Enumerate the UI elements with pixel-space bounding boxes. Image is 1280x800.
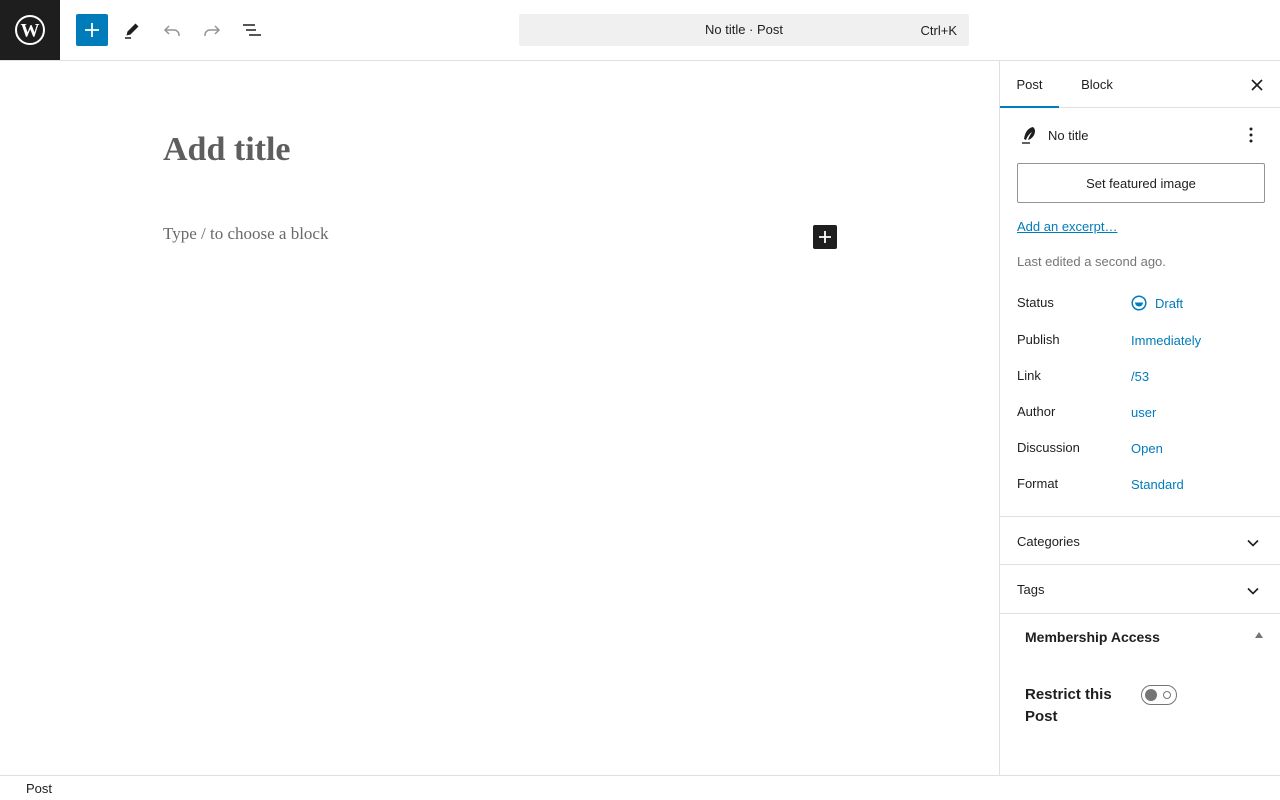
meta-row-publish: Publish Immediately [1017,332,1267,356]
categories-panel[interactable]: Categories [1000,516,1280,564]
format-value-button[interactable]: Standard [1131,477,1184,492]
meta-label: Author [1017,404,1056,419]
close-icon [1251,79,1263,91]
membership-access-panel: Membership Access Restrict this Post [1000,613,1280,775]
wordpress-logo-icon: W [15,15,45,45]
status-value-button[interactable]: Draft [1155,296,1183,311]
post-actions-menu-button[interactable] [1239,123,1263,147]
discussion-value-button[interactable]: Open [1131,441,1163,456]
plus-icon [85,23,99,37]
command-palette-bar[interactable]: No title · Post Ctrl+K [519,14,969,46]
restrict-post-toggle[interactable] [1141,685,1177,705]
meta-label: Format [1017,476,1059,491]
post-summary-title: No title [1048,128,1089,143]
post-title-input[interactable]: Add title [163,131,291,169]
feather-icon [1022,127,1035,144]
meta-label: Publish [1017,332,1060,347]
restrict-post-label: Restrict this Post [1025,686,1112,725]
meta-label: Status [1017,295,1054,310]
editor-footer: Post [0,775,1280,800]
set-featured-image-button[interactable]: Set featured image [1017,163,1265,203]
caret-up-icon[interactable] [1255,632,1263,638]
meta-row-status: Status Draft [1017,295,1267,319]
redo-button[interactable] [196,14,228,46]
undo-icon [163,25,180,36]
more-vertical-icon [1249,127,1253,143]
meta-row-author: Author user [1017,404,1267,428]
block-inserter-button[interactable] [76,14,108,46]
panel-title: Categories [1017,534,1080,549]
svg-text:W: W [21,21,40,42]
post-summary: No title [1017,123,1267,147]
chevron-down-icon [1247,587,1259,595]
tab-post[interactable]: Post [1000,61,1059,108]
plus-icon [819,231,831,243]
add-excerpt-link[interactable]: Add an excerpt… [1017,219,1117,234]
categories-toggle[interactable] [1241,531,1265,555]
meta-label: Discussion [1017,440,1080,455]
inline-block-inserter-button[interactable] [813,225,837,249]
undo-button[interactable] [156,14,188,46]
redo-icon [204,25,221,36]
editor-canvas: Add title Type / to choose a block [0,61,999,775]
publish-value-button[interactable]: Immediately [1131,333,1201,348]
list-view-icon [243,24,261,36]
tags-panel[interactable]: Tags [1000,564,1280,612]
document-title: No title · Post [704,22,784,37]
meta-row-link: Link /53 [1017,368,1267,392]
document-overview-button[interactable] [236,14,268,46]
last-edited-text: Last edited a second ago. [1017,254,1166,269]
toggle-knob [1145,689,1157,701]
keyboard-shortcut: Ctrl+K [920,23,957,38]
editor-header: W No title · Post Ctrl+K [0,0,1280,61]
pencil-icon [125,23,139,39]
link-value-button[interactable]: /53 [1131,369,1149,384]
tab-block[interactable]: Block [1059,61,1135,108]
settings-sidebar: Post Block No title Set featured image A… [999,61,1280,775]
sidebar-tabs: Post Block [1000,61,1280,108]
membership-access-title[interactable]: Membership Access [1025,629,1160,645]
chevron-down-icon [1247,539,1259,547]
toggle-off-indicator [1163,691,1171,699]
tools-button[interactable] [116,14,148,46]
meta-label: Link [1017,368,1041,383]
tags-toggle[interactable] [1241,579,1265,603]
empty-paragraph-block[interactable]: Type / to choose a block [163,224,328,244]
panel-title: Tags [1017,582,1045,597]
close-settings-button[interactable] [1245,73,1269,97]
meta-row-format: Format Standard [1017,476,1267,500]
meta-row-discussion: Discussion Open [1017,440,1267,464]
draft-status-icon [1131,295,1147,311]
wordpress-logo-button[interactable]: W [0,0,60,60]
author-value-button[interactable]: user [1131,405,1156,420]
block-breadcrumb[interactable]: Post [26,781,52,796]
